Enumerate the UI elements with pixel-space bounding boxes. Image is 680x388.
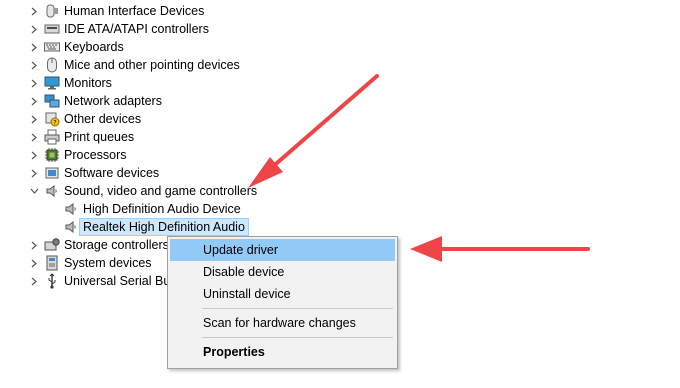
tree-item-mice[interactable]: Mice and other pointing devices [0,56,300,74]
chevron-right-icon[interactable] [29,2,39,20]
speaker-icon [63,219,79,235]
chevron-right-icon[interactable] [29,146,39,164]
tree-item-ide-controllers[interactable]: IDE ATA/ATAPI controllers [0,20,300,38]
menu-separator [202,308,393,309]
usb-icon [44,273,60,289]
chevron-right-icon[interactable] [29,236,39,254]
svg-text:?: ? [53,119,56,126]
tree-item-label: Other devices [64,112,142,126]
tree-item-other-devices[interactable]: ? Other devices [0,110,300,128]
speaker-icon [63,201,79,217]
software-device-icon [44,165,60,181]
tree-item-system-devices[interactable]: System devices [0,254,170,272]
tree-item-sound-video-game-controllers[interactable]: Sound, video and game controllers [0,182,300,200]
chevron-right-icon[interactable] [29,272,39,290]
chevron-right-icon[interactable] [29,74,39,92]
keyboard-icon [44,39,60,55]
chevron-right-icon[interactable] [29,92,39,110]
tree-item-label: Processors [64,148,127,162]
tree-item-label: Universal Serial Bus [64,274,177,288]
menu-item-disable-device[interactable]: Disable device [170,261,395,283]
tree-item-storage-controllers[interactable]: Storage controllers [0,236,170,254]
tree-item-label: Network adapters [64,94,162,108]
tree-item-label: Storage controllers [64,238,169,252]
menu-separator [202,337,393,338]
tree-item-network-adapters[interactable]: Network adapters [0,92,300,110]
tree-item-label: High Definition Audio Device [83,202,241,216]
tree-item-label: IDE ATA/ATAPI controllers [64,22,209,36]
tree-item-print-queues[interactable]: Print queues [0,128,300,146]
chevron-right-icon[interactable] [29,164,39,182]
network-adapter-icon [44,93,60,109]
tree-item-label: Human Interface Devices [64,4,205,18]
tree-item-label: System devices [64,256,152,270]
chevron-right-icon[interactable] [29,20,39,38]
storage-controller-icon [44,237,60,253]
tree-item-label: Realtek High Definition Audio [79,218,249,236]
tree-item-realtek-high-definition-audio[interactable]: Realtek High Definition Audio [0,218,300,236]
tree-item-label: Software devices [64,166,160,180]
chevron-right-icon[interactable] [29,128,39,146]
tree-item-label: Mice and other pointing devices [64,58,240,72]
tree-item-software-devices[interactable]: Software devices [0,164,300,182]
tree-item-label: Sound, video and game controllers [64,184,258,198]
chevron-right-icon[interactable] [29,38,39,56]
chevron-right-icon[interactable] [29,56,39,74]
printer-icon [44,129,60,145]
menu-item-properties[interactable]: Properties [170,341,395,363]
tree-item-label: Keyboards [64,40,124,54]
monitor-icon [44,75,60,91]
menu-item-scan-hardware-changes[interactable]: Scan for hardware changes [170,312,395,334]
menu-item-uninstall-device[interactable]: Uninstall device [170,283,395,305]
tree-item-monitors[interactable]: Monitors [0,74,300,92]
processor-icon [44,147,60,163]
hid-icon [44,3,60,19]
tree-item-label: Print queues [64,130,135,144]
tree-item-keyboards[interactable]: Keyboards [0,38,300,56]
ide-controller-icon [44,21,60,37]
system-device-icon [44,255,60,271]
tree-item-processors[interactable]: Processors [0,146,300,164]
tree-item-universal-serial-bus[interactable]: Universal Serial Bus [0,272,177,290]
mouse-icon [44,57,60,73]
arrow-to-update-driver [410,236,590,262]
chevron-right-icon[interactable] [29,254,39,272]
unknown-device-icon: ? [44,111,60,127]
menu-item-update-driver[interactable]: Update driver [170,239,395,261]
chevron-right-icon[interactable] [29,110,39,128]
tree-item-label: Monitors [64,76,112,90]
speaker-icon [44,183,60,199]
tree-item-human-interface-devices[interactable]: Human Interface Devices [0,2,300,20]
chevron-down-icon[interactable] [29,182,39,200]
tree-item-high-definition-audio-device[interactable]: High Definition Audio Device [0,200,300,218]
context-menu: Update driver Disable device Uninstall d… [167,236,398,369]
